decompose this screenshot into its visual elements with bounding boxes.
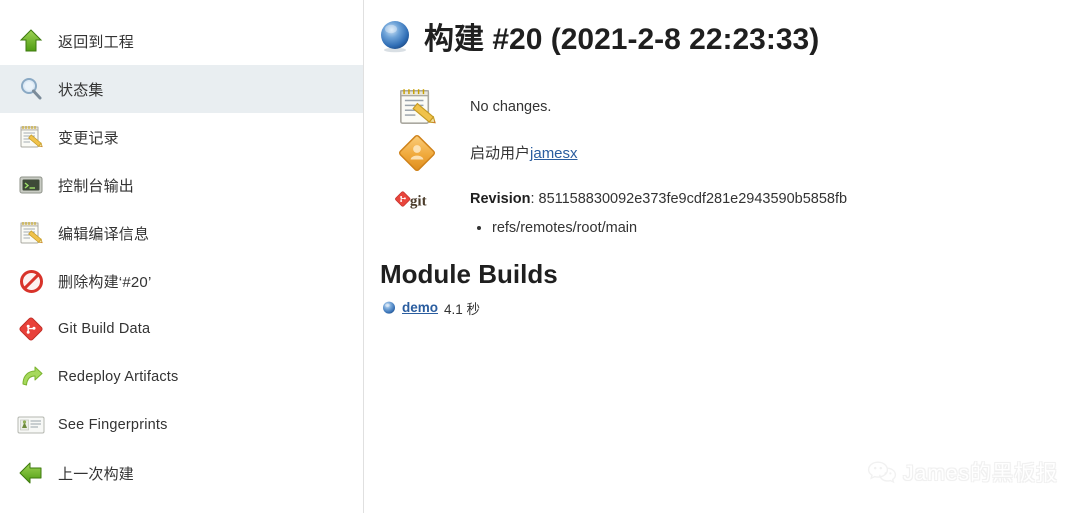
sidebar-item-label: Redeploy Artifacts: [58, 369, 179, 385]
sidebar: 返回到工程 状态集 变更记录 控制台输出 编辑编译信息 删除构建‘#20’ Gi…: [0, 0, 364, 513]
sidebar-item-redeploy-artifacts[interactable]: Redeploy Artifacts: [0, 353, 363, 401]
sidebar-item-status[interactable]: 状态集: [0, 65, 363, 113]
notepad-pencil-icon: [14, 120, 48, 154]
sidebar-item-label: 状态集: [58, 81, 104, 99]
build-header: 构建 #20 (2021-2-8 22:23:33): [378, 14, 1080, 58]
no-entry-red-icon: [14, 264, 48, 298]
sidebar-item-git-build-data[interactable]: Git Build Data: [0, 305, 363, 353]
redeploy-arrow-icon: [14, 360, 48, 394]
sidebar-item-back-to-project[interactable]: 返回到工程: [0, 17, 363, 65]
blue-sphere-icon: [378, 19, 412, 53]
revision-separator: :: [530, 191, 539, 207]
scm-revision-row: git Revision: 851158830092e373fe9cdf281e…: [394, 176, 1080, 241]
module-builds-heading: Module Builds: [380, 258, 558, 289]
sidebar-item-label: 返回到工程: [58, 33, 135, 51]
branch-item: refs/remotes/root/main: [492, 216, 847, 241]
build-cause-text: 启动用户jamesx: [470, 130, 578, 165]
sidebar-item-label: See Fingerprints: [58, 417, 168, 433]
revision-hash: 851158830092e373fe9cdf281e2943590b5858fb: [538, 191, 848, 207]
sidebar-item-label: 删除构建‘#20’: [58, 273, 152, 291]
notepad-pencil-icon: [14, 216, 48, 250]
blue-sphere-icon: [382, 301, 396, 315]
svg-text:git: git: [410, 193, 427, 209]
changes-row: No changes.: [394, 84, 1080, 130]
module-name-link[interactable]: demo: [402, 300, 438, 315]
no-changes-text: No changes.: [470, 99, 552, 115]
sidebar-item-label: 上一次构建: [58, 465, 135, 483]
build-info-rows: No changes. 启动用户jamesx git Revision: 851…: [378, 84, 1080, 241]
git-diamond-red-icon: [14, 312, 48, 346]
sidebar-item-delete-build[interactable]: 删除构建‘#20’: [0, 257, 363, 305]
revision-label: Revision: [470, 191, 531, 207]
sidebar-item-label: Git Build Data: [58, 321, 151, 337]
branch-list: refs/remotes/root/main: [470, 216, 847, 241]
main-content: 构建 #20 (2021-2-8 22:23:33) No changes. 启…: [364, 0, 1080, 513]
id-card-icon: [14, 408, 48, 442]
build-cause-prefix: 启动用户: [470, 145, 531, 162]
sidebar-item-previous-build[interactable]: 上一次构建: [0, 449, 363, 497]
magnifier-icon: [14, 72, 48, 106]
sidebar-item-edit-build-information[interactable]: 编辑编译信息: [0, 209, 363, 257]
build-cause-row: 启动用户jamesx: [394, 130, 1080, 176]
notepad-pencil-icon: [394, 84, 440, 130]
orange-diamond-user-icon: [394, 130, 440, 176]
sidebar-item-see-fingerprints[interactable]: See Fingerprints: [0, 401, 363, 449]
module-build-row: demo 4.1 秒: [378, 298, 1080, 318]
module-duration: 4.1 秒: [444, 301, 481, 317]
left-arrow-green-icon: [14, 456, 48, 490]
git-logo-icon: git: [394, 176, 440, 222]
scm-revision-block: Revision: 851158830092e373fe9cdf281e2943…: [470, 176, 847, 241]
page-title: 构建 #20 (2021-2-8 22:23:33): [424, 23, 820, 56]
revision-line: Revision: 851158830092e373fe9cdf281e2943…: [470, 189, 847, 210]
up-arrow-green-icon: [14, 24, 48, 58]
sidebar-item-label: 控制台输出: [58, 177, 135, 195]
sidebar-item-label: 变更记录: [58, 129, 119, 147]
sidebar-item-changes[interactable]: 变更记录: [0, 113, 363, 161]
sidebar-item-console-output[interactable]: 控制台输出: [0, 161, 363, 209]
build-cause-user-link[interactable]: jamesx: [530, 145, 578, 162]
sidebar-item-label: 编辑编译信息: [58, 225, 150, 243]
jenkins-build-page: 返回到工程 状态集 变更记录 控制台输出 编辑编译信息 删除构建‘#20’ Gi…: [0, 0, 1080, 513]
terminal-icon: [14, 168, 48, 202]
